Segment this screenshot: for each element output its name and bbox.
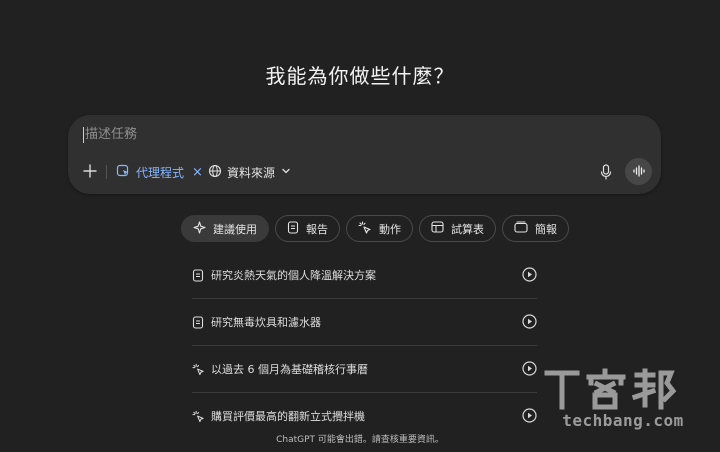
data-source-label: 資料來源 xyxy=(227,165,276,180)
task-input[interactable]: 描述任務 xyxy=(83,127,137,143)
document-icon xyxy=(287,220,299,237)
sparkle-icon xyxy=(193,220,206,237)
page-title: 我能為你做些什麼？ xyxy=(265,64,455,88)
plus-icon[interactable] xyxy=(80,161,100,181)
category-tabs: 建議使用 報告 動作 試算表 簡報 xyxy=(181,215,569,242)
globe-icon xyxy=(208,164,222,181)
tab-report[interactable]: 報告 xyxy=(275,215,340,242)
tab-slides[interactable]: 簡報 xyxy=(502,215,569,242)
watermark-logo: techbang.com xyxy=(543,367,713,430)
toolbar-divider xyxy=(106,165,107,179)
document-icon xyxy=(192,315,205,329)
action-icon xyxy=(358,220,372,237)
tab-label: 建議使用 xyxy=(213,222,257,236)
chevron-down-icon xyxy=(280,165,292,180)
voice-mode-icon xyxy=(632,162,646,181)
play-icon[interactable] xyxy=(522,361,537,376)
mic-icon[interactable] xyxy=(597,162,615,182)
voice-mode-button[interactable] xyxy=(625,158,652,185)
suggestion-text: 研究無毒炊具和濾水器 xyxy=(211,316,321,329)
prompt-composer: 描述任務 代理程式 × 資料來源 xyxy=(68,115,661,194)
disclaimer-text: ChatGPT 可能會出錯。請查核重要資訊。 xyxy=(276,435,444,445)
action-icon xyxy=(192,410,205,423)
tab-label: 試算表 xyxy=(451,222,484,236)
close-icon[interactable]: × xyxy=(192,165,203,180)
tab-action[interactable]: 動作 xyxy=(346,215,413,242)
spreadsheet-icon xyxy=(431,221,444,236)
agent-chip-label: 代理程式 xyxy=(136,165,185,180)
tab-label: 報告 xyxy=(306,222,328,236)
play-icon[interactable] xyxy=(522,314,537,329)
list-item[interactable]: 研究炎熱天氣的個人降溫解決方案 xyxy=(192,252,537,299)
agent-mode-chip[interactable]: 代理程式 × xyxy=(116,162,203,182)
suggestion-list: 研究炎熱天氣的個人降溫解決方案 研究無毒炊具和濾水器 以過去 6 個月為基礎稽核… xyxy=(192,252,537,439)
document-icon xyxy=(192,268,205,282)
slides-icon xyxy=(514,221,528,236)
list-item[interactable]: 以過去 6 個月為基礎稽核行事曆 xyxy=(192,346,537,393)
tab-spreadsheet[interactable]: 試算表 xyxy=(419,215,496,242)
tab-label: 簡報 xyxy=(535,222,557,236)
suggestion-text: 以過去 6 個月為基礎稽核行事曆 xyxy=(211,363,368,376)
tkb-logo-icon xyxy=(544,368,677,410)
action-icon xyxy=(192,363,205,376)
tab-suggested[interactable]: 建議使用 xyxy=(181,215,269,242)
data-source-dropdown[interactable]: 資料來源 xyxy=(208,162,292,182)
list-item[interactable]: 研究無毒炊具和濾水器 xyxy=(192,299,537,346)
agent-icon xyxy=(116,164,130,181)
play-icon[interactable] xyxy=(522,408,537,423)
suggestion-text: 購買評價最高的翻新立式攪拌機 xyxy=(211,410,365,423)
watermark-site: techbang.com xyxy=(562,411,684,430)
play-icon[interactable] xyxy=(522,267,537,282)
tab-label: 動作 xyxy=(379,222,401,236)
suggestion-text: 研究炎熱天氣的個人降溫解決方案 xyxy=(211,269,376,282)
